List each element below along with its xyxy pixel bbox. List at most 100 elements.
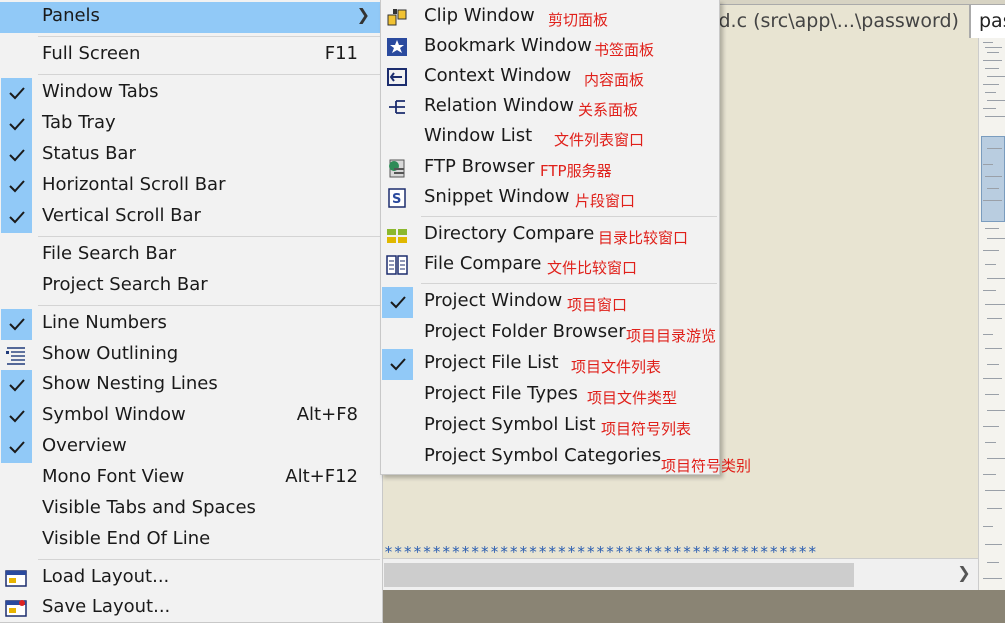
minimap-line: [985, 304, 1005, 305]
minimap-line: [985, 490, 1005, 491]
minimap-line: [983, 578, 1002, 579]
menu-separator: [38, 36, 380, 37]
menu-item-vertical-scroll-bar[interactable]: Vertical Scroll Bar: [0, 202, 382, 233]
menu-item-full-screen[interactable]: Full Screen F11: [0, 40, 382, 71]
annotation-label: 项目窗口: [567, 296, 628, 314]
directory-compare-icon: [386, 225, 408, 245]
file-tab-active[interactable]: rd.c (src\app\...\password): [700, 4, 970, 38]
overview-minimap[interactable]: [978, 38, 1005, 623]
annotation-label: 项目文件列表: [571, 358, 662, 376]
menu-item-window-tabs[interactable]: Window Tabs: [0, 78, 382, 109]
minimap-line: [985, 68, 999, 69]
menu-item-project-symbol-list[interactable]: Project Symbol List 项目符号列表: [381, 411, 720, 442]
menu-item-load-layout[interactable]: Load Layout...: [0, 563, 382, 594]
chevron-right-icon[interactable]: ❯: [954, 563, 974, 587]
annotation-label: 片段窗口: [575, 192, 636, 210]
menu-item-label: Symbol Window: [42, 404, 186, 425]
minimap-line: [987, 458, 1005, 459]
check-icon: [1, 202, 32, 233]
file-tab[interactable]: pas: [970, 4, 1005, 38]
menu-item-panels[interactable]: Panels ❯: [0, 2, 382, 33]
menu-item-file-compare[interactable]: File Compare 文件比较窗口: [381, 250, 720, 281]
minimap-line: [987, 76, 1005, 77]
menu-item-label: File Compare: [424, 253, 542, 274]
minimap-line: [985, 92, 996, 93]
minimap-line: [985, 176, 1002, 177]
menu-separator: [38, 305, 380, 306]
ftp-browser-icon: [386, 158, 408, 178]
menu-item-save-layout[interactable]: Save Layout...: [0, 593, 382, 623]
minimap-line: [983, 474, 996, 475]
menu-separator: [421, 216, 717, 217]
menu-item-label: Load Layout...: [42, 566, 170, 587]
minimap-line: [987, 188, 999, 189]
check-icon: [1, 309, 32, 340]
menu-item-project-folder-browser[interactable]: Project Folder Browser 项目目录游览: [381, 318, 720, 349]
menu-item-clip-window[interactable]: Clip Window 剪切面板: [381, 2, 720, 33]
menu-item-label: Line Numbers: [42, 312, 167, 333]
scrollbar-thumb[interactable]: [384, 563, 854, 587]
menu-item-label: Project File Types: [424, 383, 578, 404]
menu-item-bookmark-window[interactable]: Bookmark Window 书签面板: [381, 32, 720, 63]
chevron-right-icon: ❯: [356, 5, 370, 24]
menu-item-tab-tray[interactable]: Tab Tray: [0, 109, 382, 140]
annotation-label: 项目符号列表: [601, 420, 692, 438]
minimap-line: [985, 47, 1002, 48]
menu-item-label: Tab Tray: [42, 112, 116, 133]
menu-item-window-list[interactable]: Window List 文件列表窗口: [381, 122, 720, 153]
menu-item-ftp-browser[interactable]: FTP Browser FTP服务器: [381, 153, 720, 184]
file-compare-icon: [386, 255, 408, 275]
menu-item-label: Status Bar: [42, 143, 136, 164]
menu-item-show-outlining[interactable]: Show Outlining: [0, 340, 382, 371]
menu-item-file-search-bar[interactable]: File Search Bar: [0, 240, 382, 271]
annotation-label: 项目文件类型: [587, 389, 678, 407]
menu-item-visible-end-of-line[interactable]: Visible End Of Line: [0, 525, 382, 556]
horizontal-scrollbar[interactable]: ❯: [380, 558, 978, 590]
menu-item-label: Vertical Scroll Bar: [42, 205, 201, 226]
menu-separator: [38, 236, 380, 237]
menu-separator: [38, 559, 380, 560]
menu-item-label: Snippet Window: [424, 186, 570, 207]
menu-item-project-window[interactable]: Project Window 项目窗口: [381, 287, 720, 318]
menu-item-symbol-window[interactable]: Symbol Window Alt+F8: [0, 401, 382, 432]
relation-window-icon: [386, 97, 408, 117]
check-icon: [1, 78, 32, 109]
menu-item-horizontal-scroll-bar[interactable]: Horizontal Scroll Bar: [0, 171, 382, 202]
menu-item-overview[interactable]: Overview: [0, 432, 382, 463]
minimap-line: [985, 228, 999, 229]
svg-text:S: S: [392, 192, 401, 207]
menu-item-project-file-list[interactable]: Project File List 项目文件列表: [381, 349, 720, 380]
menu-item-project-search-bar[interactable]: Project Search Bar: [0, 271, 382, 302]
minimap-line: [983, 290, 996, 291]
menu-item-project-file-types[interactable]: Project File Types 项目文件类型: [381, 380, 720, 411]
minimap-line: [987, 278, 1005, 279]
annotation-label: 书签面板: [594, 41, 655, 59]
menu-item-label: Clip Window: [424, 5, 535, 26]
save-layout-icon: [5, 598, 27, 618]
menu-item-label: Window List: [424, 125, 533, 146]
menu-item-label: File Search Bar: [42, 243, 177, 264]
menu-item-status-bar[interactable]: Status Bar: [0, 140, 382, 171]
menu-item-label: Mono Font View: [42, 466, 185, 487]
menu-item-directory-compare[interactable]: Directory Compare 目录比较窗口: [381, 220, 720, 251]
minimap-line: [987, 148, 1002, 149]
menu-item-context-window[interactable]: Context Window 内容面板: [381, 62, 720, 93]
minimap-line: [983, 426, 999, 427]
annotation-label: 项目目录游览: [626, 327, 717, 345]
panels-submenu: Clip Window 剪切面板 Bookmark Window 书签面板 Co…: [380, 0, 720, 475]
menu-item-snippet-window[interactable]: S Snippet Window 片段窗口: [381, 183, 720, 214]
menu-item-label: Horizontal Scroll Bar: [42, 174, 226, 195]
menu-item-show-nesting-lines[interactable]: Show Nesting Lines: [0, 370, 382, 401]
menu-item-line-numbers[interactable]: Line Numbers: [0, 309, 382, 340]
check-icon: [1, 171, 32, 202]
minimap-line: [987, 508, 1002, 509]
menu-item-relation-window[interactable]: Relation Window 关系面板: [381, 92, 720, 123]
minimap-line: [987, 562, 999, 563]
minimap-line: [983, 200, 1002, 201]
annotation-label: FTP服务器: [540, 162, 612, 180]
menu-item-visible-tabs-spaces[interactable]: Visible Tabs and Spaces: [0, 494, 382, 525]
menu-item-mono-font-view[interactable]: Mono Font View Alt+F12: [0, 463, 382, 494]
menu-item-label: Overview: [42, 435, 127, 456]
annotation-label: 剪切面板: [548, 11, 609, 29]
menu-separator: [38, 74, 380, 75]
